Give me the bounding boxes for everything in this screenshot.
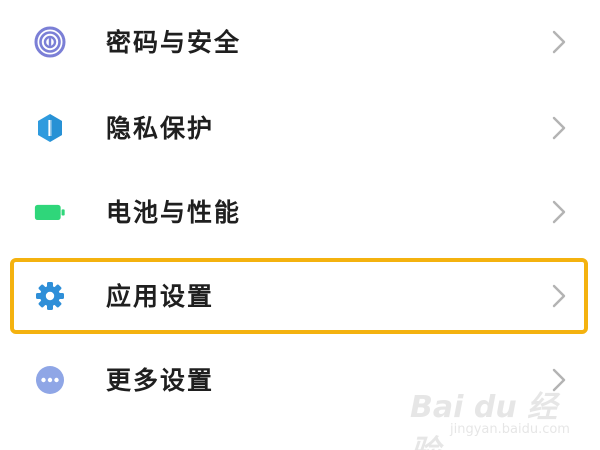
chevron-right-icon	[548, 29, 570, 55]
settings-list: 密码与安全 隐私保护 电池与性能 应用设置 更多设置 Bai du 经 jing…	[0, 0, 600, 450]
settings-item-battery-performance[interactable]: 电池与性能	[0, 170, 600, 254]
fingerprint-icon	[34, 26, 66, 58]
settings-item-privacy[interactable]: 隐私保护	[0, 86, 600, 170]
privacy-shield-icon	[34, 112, 66, 144]
watermark: Bai du 经验 jingyan.baidu.com	[410, 382, 570, 450]
chevron-right-icon	[548, 115, 570, 141]
settings-item-label: 电池与性能	[106, 197, 242, 227]
settings-item-label: 应用设置	[106, 281, 215, 311]
settings-item-label: 更多设置	[106, 365, 215, 395]
settings-item-label: 隐私保护	[106, 113, 215, 143]
more-dots-icon	[34, 364, 66, 396]
battery-icon	[34, 196, 66, 228]
settings-item-app-settings[interactable]: 应用设置	[0, 254, 600, 338]
chevron-right-icon	[548, 199, 570, 225]
watermark-url: jingyan.baidu.com	[450, 422, 570, 437]
gear-icon	[34, 280, 66, 312]
watermark-logo: Bai du 经验	[410, 390, 558, 450]
settings-item-label: 密码与安全	[106, 27, 242, 57]
settings-item-password-security[interactable]: 密码与安全	[0, 0, 600, 84]
chevron-right-icon	[548, 283, 570, 309]
